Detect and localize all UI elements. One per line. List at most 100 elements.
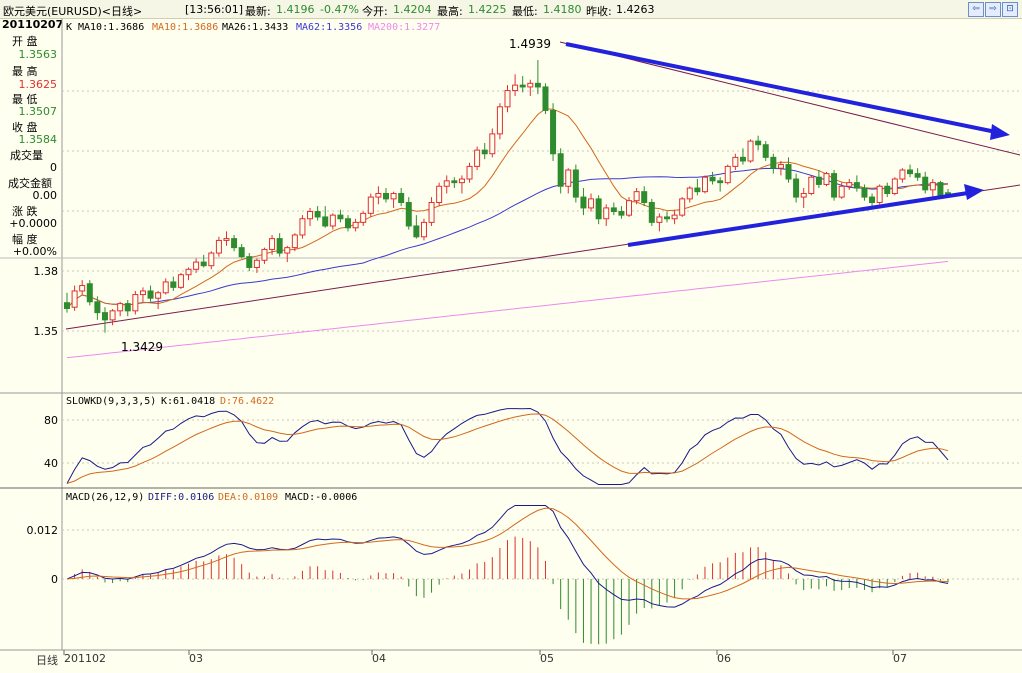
candle-body bbox=[762, 144, 769, 158]
ma62-path bbox=[66, 167, 949, 309]
candle-body bbox=[193, 261, 200, 270]
candle-body bbox=[899, 169, 906, 180]
candle-body bbox=[307, 211, 314, 220]
candle-body bbox=[458, 178, 465, 184]
candle-body bbox=[565, 169, 572, 187]
candle-body bbox=[618, 211, 625, 216]
candle-body bbox=[322, 216, 329, 227]
chart-labels: K MA10:1.3686 MA10:1.3686 MA26:1.3433 MA… bbox=[27, 22, 552, 586]
candle-body bbox=[876, 185, 883, 203]
ma62-header: MA62:1.3356 bbox=[296, 22, 362, 33]
candle-body bbox=[572, 169, 579, 198]
candle-body bbox=[139, 290, 146, 296]
triangle-arrows bbox=[565, 42, 1010, 247]
kd-k-value: K:61.0418 bbox=[161, 396, 215, 407]
trend-lines bbox=[65, 41, 1021, 330]
kd-d-line bbox=[66, 413, 949, 484]
candle-body bbox=[284, 247, 291, 254]
candle-body bbox=[527, 82, 534, 88]
macd-diff: DIFF:0.0106 bbox=[148, 492, 214, 503]
candle-body bbox=[785, 164, 792, 180]
date-label-05: 05 bbox=[540, 652, 554, 665]
candle-body bbox=[831, 173, 838, 198]
candle-body bbox=[86, 283, 93, 303]
candle-body bbox=[79, 285, 86, 292]
candle-body bbox=[648, 202, 655, 223]
low-annotation: 1.3429 bbox=[121, 340, 163, 354]
candle-body bbox=[261, 248, 268, 261]
candle-body bbox=[800, 192, 807, 198]
ytick-80: 80 bbox=[44, 414, 58, 427]
date-label-06: 06 bbox=[717, 652, 731, 665]
candle-body bbox=[557, 153, 564, 187]
candle-body bbox=[694, 187, 701, 193]
candle-body bbox=[709, 176, 716, 182]
candle-body bbox=[185, 268, 192, 276]
candle-body bbox=[64, 302, 70, 309]
kd-name: SLOWKD(9,3,3,5) bbox=[66, 396, 156, 407]
candle-body bbox=[755, 140, 762, 146]
candle-body bbox=[747, 140, 754, 162]
macd-value: MACD:-0.0006 bbox=[285, 492, 357, 503]
candle-body bbox=[314, 211, 321, 218]
kd-d-value: D:76.4622 bbox=[220, 396, 274, 407]
candle-body bbox=[382, 192, 389, 200]
candle-body bbox=[838, 185, 845, 198]
candle-body bbox=[147, 290, 154, 299]
candle-body bbox=[420, 221, 427, 238]
candle-body bbox=[777, 164, 784, 169]
candle-body bbox=[367, 196, 374, 214]
candle-body bbox=[474, 149, 481, 167]
k-label: K bbox=[66, 22, 72, 33]
candle-body bbox=[71, 290, 78, 308]
date-label-201102: 201102 bbox=[64, 652, 106, 665]
candle-body bbox=[238, 247, 245, 258]
candle-body bbox=[512, 84, 519, 92]
candle-body bbox=[489, 133, 496, 155]
candle-body bbox=[580, 196, 587, 209]
candle-body bbox=[922, 176, 929, 191]
candle-body bbox=[132, 294, 139, 312]
candle-body bbox=[671, 214, 678, 220]
candle-body bbox=[686, 187, 693, 200]
candle-body bbox=[732, 156, 739, 167]
candle-body bbox=[542, 86, 549, 111]
candle-body bbox=[269, 238, 276, 250]
candle-body bbox=[717, 180, 724, 184]
candle-body bbox=[117, 303, 124, 312]
candle-body bbox=[170, 281, 177, 288]
candle-body bbox=[428, 202, 435, 223]
candle-body bbox=[360, 212, 367, 223]
candle-body bbox=[891, 178, 898, 194]
ytick-0: 0 bbox=[51, 573, 58, 586]
candle-body bbox=[914, 173, 921, 178]
candle-body bbox=[679, 198, 686, 216]
candle-body bbox=[770, 156, 777, 169]
date-label-03: 03 bbox=[189, 652, 203, 665]
candle-body bbox=[231, 238, 238, 249]
candle-body bbox=[534, 82, 541, 88]
resistance-trendline bbox=[559, 41, 1021, 156]
candle-body bbox=[481, 149, 488, 155]
candle-body bbox=[626, 200, 633, 216]
ma200-path bbox=[66, 260, 949, 359]
candle-body bbox=[413, 225, 420, 238]
candle-body bbox=[253, 259, 260, 268]
candle-body bbox=[808, 176, 815, 194]
ma62-line bbox=[66, 167, 949, 309]
ytick-1-35: 1.35 bbox=[34, 325, 59, 338]
candle-body bbox=[94, 301, 101, 314]
candle-body bbox=[869, 196, 876, 203]
candle-body bbox=[352, 221, 359, 229]
candle-body bbox=[656, 216, 663, 223]
candle-body bbox=[793, 178, 800, 198]
candle-body bbox=[177, 274, 184, 288]
date-label-04: 04 bbox=[372, 652, 386, 665]
lower-arrow-line bbox=[627, 191, 969, 247]
candle-body bbox=[815, 176, 822, 185]
candle-body bbox=[504, 90, 511, 108]
candle-body bbox=[337, 214, 344, 220]
candle-body bbox=[519, 84, 526, 88]
candle-body bbox=[884, 185, 891, 194]
kline-chart[interactable]: K MA10:1.3686 MA10:1.3686 MA26:1.3433 MA… bbox=[0, 0, 1022, 673]
